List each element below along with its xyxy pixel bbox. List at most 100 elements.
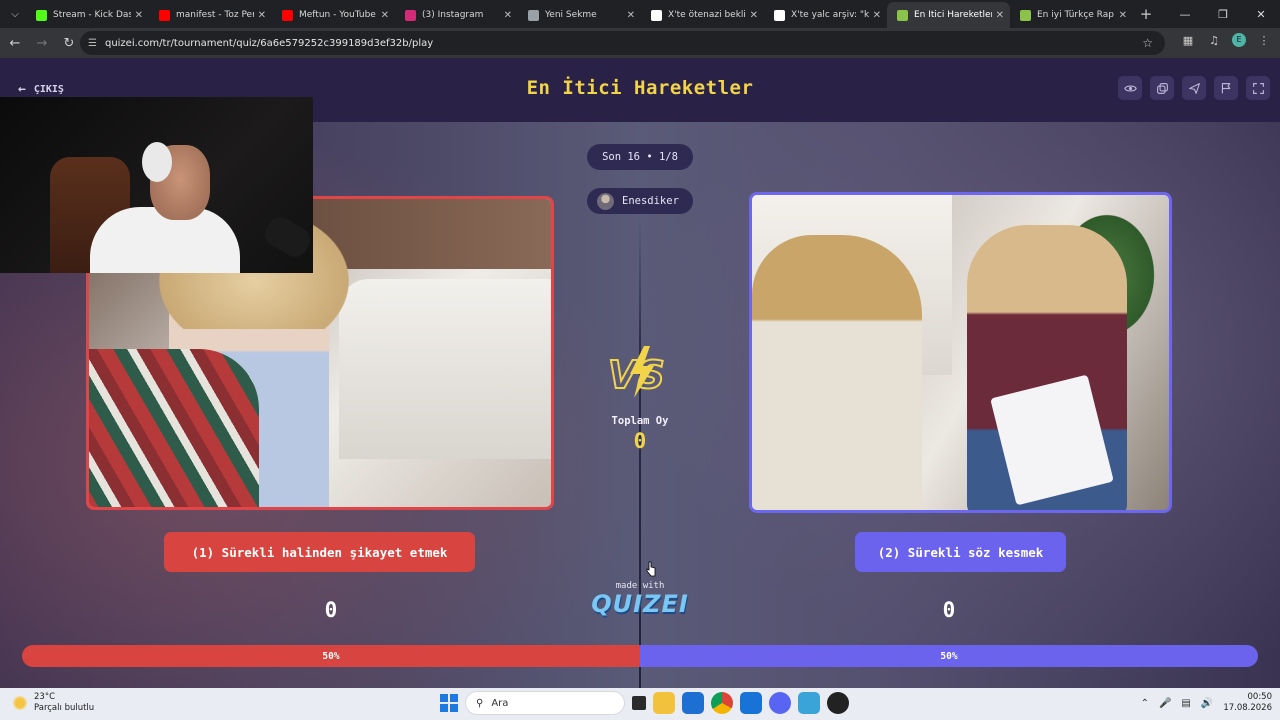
avatar bbox=[597, 192, 614, 210]
microphone-icon[interactable]: 🎤 bbox=[1159, 698, 1171, 709]
header-actions bbox=[1118, 76, 1270, 100]
browser-tab-bar: ⌵ Stream - Kick Dashbo✕manifest - Toz Pe… bbox=[0, 0, 1280, 28]
tab-close-icon[interactable]: ✕ bbox=[258, 10, 266, 21]
new-tab-button[interactable]: + bbox=[1133, 5, 1159, 23]
forward-button[interactable]: → bbox=[30, 31, 54, 55]
tab-title: Meftun - YouTube bbox=[299, 10, 376, 20]
site-info-icon[interactable]: ☰ bbox=[88, 38, 97, 49]
address-bar[interactable]: ☰ quizei.com/tr/tournament/quiz/6a6e5792… bbox=[80, 31, 1165, 55]
media-controls-icon[interactable]: ♫ bbox=[1206, 34, 1222, 47]
option-right-image[interactable] bbox=[749, 192, 1172, 513]
tab-search-button[interactable]: ⌵ bbox=[4, 4, 26, 24]
tab-favicon-icon bbox=[1020, 9, 1031, 21]
tab-close-icon[interactable]: ✕ bbox=[750, 10, 758, 21]
creator-pill[interactable]: Enesdiker bbox=[587, 188, 693, 214]
bookmark-star-icon[interactable]: ☆ bbox=[1142, 36, 1153, 50]
tab-favicon-icon bbox=[651, 9, 662, 21]
chrome-icon[interactable] bbox=[711, 692, 733, 714]
tab-close-icon[interactable]: ✕ bbox=[381, 10, 389, 21]
toolbar-actions: ▦ ♫ E ⋮ bbox=[1180, 33, 1272, 47]
flag-icon[interactable] bbox=[1214, 76, 1238, 100]
tab-title: manifest - Toz Pembe bbox=[176, 10, 254, 20]
minimize-icon[interactable]: — bbox=[1166, 0, 1204, 28]
tab-title: Stream - Kick Dashbo bbox=[53, 10, 131, 20]
extensions-icon[interactable]: ▦ bbox=[1180, 34, 1196, 47]
partly-cloudy-icon bbox=[12, 695, 28, 711]
vote-option-left-button[interactable]: (1) Sürekli halinden şikayet etmek bbox=[164, 532, 475, 572]
vote-share-left: 50% bbox=[22, 645, 640, 667]
restore-icon[interactable]: ❐ bbox=[1204, 0, 1242, 28]
vote-share-bar: 50% 50% bbox=[22, 645, 1258, 667]
window-controls: — ❐ ✕ bbox=[1166, 0, 1280, 28]
tab-title: X'te yalc arşiv: "kurtla bbox=[791, 10, 869, 20]
tab-close-icon[interactable]: ✕ bbox=[627, 10, 635, 21]
browser-tab[interactable]: X'te yalc arşiv: "kurtla ✕ bbox=[764, 2, 887, 28]
tab-close-icon[interactable]: ✕ bbox=[996, 10, 1004, 21]
system-tray: ⌃ 🎤 ▤ 🔊 00:50 17.08.2026 bbox=[1141, 692, 1272, 714]
close-window-icon[interactable]: ✕ bbox=[1242, 0, 1280, 28]
browser-toolbar: ← → ↻ ☰ quizei.com/tr/tournament/quiz/6a… bbox=[0, 28, 1280, 58]
round-indicator: Son 16 • 1/8 bbox=[587, 144, 693, 170]
clock-date: 17.08.2026 bbox=[1223, 703, 1272, 713]
browser-tab[interactable]: X'te ötenazi bekliyor ✕ bbox=[641, 2, 764, 28]
tab-close-icon[interactable]: ✕ bbox=[1119, 10, 1127, 21]
browser-tab[interactable]: En iyi Türkçe Rap Şar ✕ bbox=[1010, 2, 1133, 28]
tab-favicon-icon bbox=[282, 9, 293, 21]
search-icon: ⚲ bbox=[476, 697, 484, 709]
taskbar-search[interactable]: ⚲ Ara bbox=[465, 691, 625, 715]
volume-icon[interactable]: 🔊 bbox=[1201, 698, 1213, 709]
photo-listener bbox=[752, 235, 922, 510]
tab-close-icon[interactable]: ✕ bbox=[504, 10, 512, 21]
taskbar-search-label: Ara bbox=[491, 697, 509, 709]
file-explorer-icon[interactable] bbox=[653, 692, 675, 714]
taskbar-apps: ⚲ Ara bbox=[440, 691, 849, 715]
fullscreen-icon[interactable] bbox=[1246, 76, 1270, 100]
browser-tab[interactable]: manifest - Toz Pembe ✕ bbox=[149, 2, 272, 28]
quizei-logo[interactable]: QUIZEI bbox=[0, 590, 1280, 618]
weather-widget[interactable]: 23°C Parçalı bulutlu bbox=[12, 692, 94, 714]
arrow-right-icon: → bbox=[36, 35, 48, 51]
photo-headphones bbox=[142, 142, 172, 182]
tab-favicon-icon bbox=[774, 9, 785, 21]
menu-dots-icon[interactable]: ⋮ bbox=[1256, 34, 1272, 47]
clock-time: 00:50 bbox=[1247, 692, 1273, 702]
obs-icon[interactable] bbox=[827, 692, 849, 714]
weather-desc: Parçalı bulutlu bbox=[34, 703, 95, 713]
arrow-left-icon: ← bbox=[9, 35, 21, 51]
reload-icon: ↻ bbox=[63, 35, 75, 51]
chevron-up-icon[interactable]: ⌃ bbox=[1141, 698, 1149, 709]
tab-favicon-icon bbox=[528, 9, 539, 21]
outlook-icon[interactable] bbox=[740, 692, 762, 714]
eye-icon[interactable] bbox=[1118, 76, 1142, 100]
notepad-icon[interactable] bbox=[798, 692, 820, 714]
tab-title: En İtici Hareketler - T bbox=[914, 10, 992, 20]
tab-title: (3) Instagram bbox=[422, 10, 484, 20]
send-icon[interactable] bbox=[1182, 76, 1206, 100]
url-text: quizei.com/tr/tournament/quiz/6a6e579252… bbox=[104, 37, 434, 49]
vote-option-right-button[interactable]: (2) Sürekli söz kesmek bbox=[855, 532, 1066, 572]
store-icon[interactable] bbox=[682, 692, 704, 714]
clock[interactable]: 00:50 17.08.2026 bbox=[1223, 692, 1272, 714]
browser-tab[interactable]: Meftun - YouTube ✕ bbox=[272, 2, 395, 28]
tab-favicon-icon bbox=[405, 9, 416, 21]
vs-logo: VS bbox=[607, 346, 666, 398]
task-view-icon[interactable] bbox=[632, 696, 646, 710]
browser-tab[interactable]: Yeni Sekme ✕ bbox=[518, 2, 641, 28]
browser-tab[interactable]: En İtici Hareketler - T ✕ bbox=[887, 2, 1010, 28]
webcam-overlay bbox=[0, 97, 313, 273]
tab-close-icon[interactable]: ✕ bbox=[873, 10, 881, 21]
discord-icon[interactable] bbox=[769, 692, 791, 714]
browser-tab[interactable]: Stream - Kick Dashbo ✕ bbox=[26, 2, 149, 28]
network-icon[interactable]: ▤ bbox=[1181, 698, 1190, 709]
windows-start-icon[interactable] bbox=[440, 694, 458, 712]
back-button[interactable]: ← bbox=[3, 31, 27, 55]
tab-favicon-icon bbox=[897, 9, 908, 21]
copy-icon[interactable] bbox=[1150, 76, 1174, 100]
total-votes-label: Toplam Oy bbox=[611, 415, 669, 427]
reload-button[interactable]: ↻ bbox=[57, 31, 81, 55]
photo-mic bbox=[260, 212, 313, 262]
tab-close-icon[interactable]: ✕ bbox=[135, 10, 143, 21]
total-votes-value: 0 bbox=[633, 429, 647, 453]
profile-avatar[interactable]: E bbox=[1232, 33, 1246, 47]
browser-tab[interactable]: (3) Instagram ✕ bbox=[395, 2, 518, 28]
